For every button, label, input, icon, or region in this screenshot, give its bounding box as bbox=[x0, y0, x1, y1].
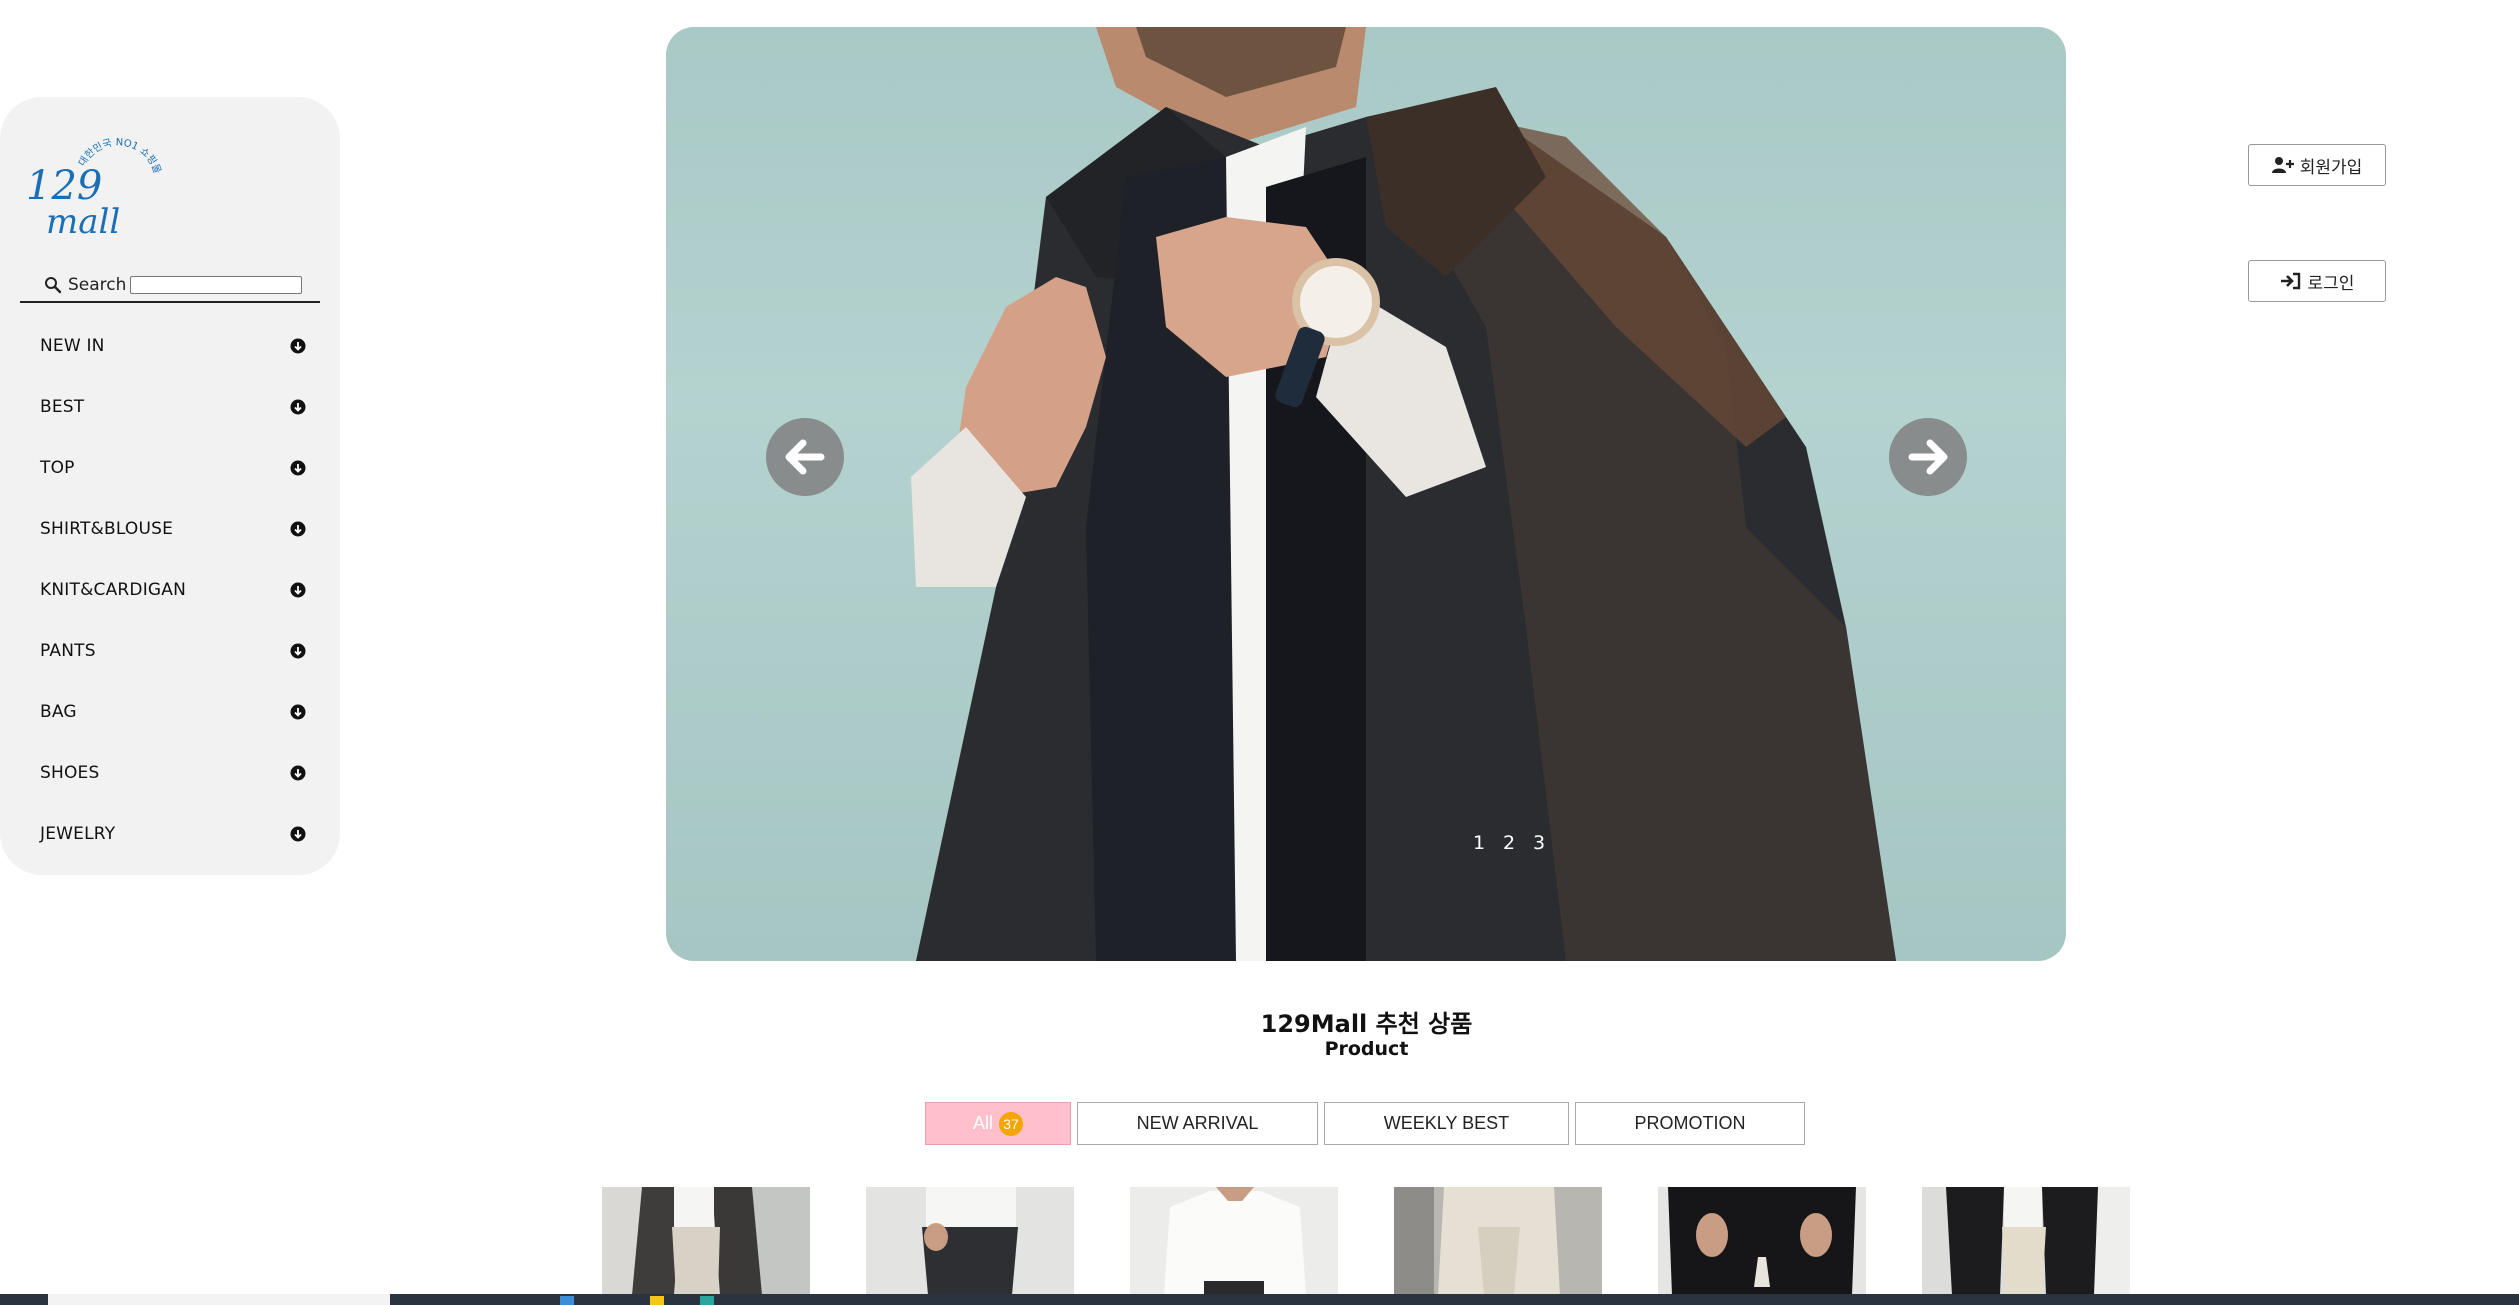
section-title: 129Mall 추천 상품 bbox=[1260, 1010, 1473, 1038]
tab-weekly-best[interactable]: WEEKLY BEST bbox=[1324, 1102, 1569, 1145]
product-image bbox=[1130, 1187, 1338, 1295]
menu-item-label: NEW IN bbox=[40, 335, 105, 356]
slider-page-2[interactable]: 2 bbox=[1502, 832, 1516, 854]
product-image bbox=[1658, 1187, 1866, 1295]
arrow-circle-down-icon bbox=[290, 643, 306, 658]
search-icon bbox=[45, 277, 62, 294]
tab-all-label: All bbox=[972, 1113, 993, 1133]
arrow-right-icon bbox=[1908, 439, 1948, 475]
user-plus-icon bbox=[2271, 157, 2294, 173]
menu-item-label: PANTS bbox=[40, 640, 96, 661]
slider-page-3[interactable]: 3 bbox=[1532, 832, 1546, 854]
svg-text:mall: mall bbox=[46, 202, 120, 242]
os-taskbar bbox=[0, 1294, 2519, 1305]
sign-in-icon bbox=[2280, 272, 2300, 290]
taskbar-search-box[interactable] bbox=[48, 1294, 390, 1305]
product-image bbox=[866, 1187, 1074, 1295]
menu-item-label: KNIT&CARDIGAN bbox=[40, 579, 187, 600]
menu-item-new-in[interactable]: NEW IN bbox=[0, 315, 340, 376]
search-input[interactable] bbox=[130, 276, 303, 294]
menu-item-pants[interactable]: PANTS bbox=[0, 620, 340, 681]
taskbar-app-icon[interactable] bbox=[560, 1296, 574, 1305]
arrow-circle-down-icon bbox=[290, 826, 306, 841]
menu-item-best[interactable]: BEST bbox=[0, 376, 340, 437]
menu-item-jewelry[interactable]: JEWELRY bbox=[0, 803, 340, 864]
product-card[interactable] bbox=[1130, 1187, 1338, 1295]
product-filter-tabs: All 37 NEW ARRIVAL WEEKLY BEST PROMOTION bbox=[925, 1102, 1805, 1145]
category-menu: NEW IN BEST TOP SHIRT&BLOUSE KNIT&CARDIG… bbox=[0, 315, 340, 864]
slider-next-button[interactable] bbox=[1889, 418, 1967, 496]
section-subtitle: Product bbox=[1324, 1038, 1409, 1060]
hero-slider[interactable]: 1 2 3 bbox=[666, 27, 2066, 961]
menu-item-shirt-blouse[interactable]: SHIRT&BLOUSE bbox=[0, 498, 340, 559]
tab-all[interactable]: All 37 bbox=[925, 1102, 1071, 1145]
product-image bbox=[1922, 1187, 2130, 1295]
menu-item-label: TOP bbox=[40, 457, 75, 478]
menu-item-label: SHIRT&BLOUSE bbox=[40, 518, 174, 539]
tab-new-arrival[interactable]: NEW ARRIVAL bbox=[1077, 1102, 1318, 1145]
product-card[interactable] bbox=[602, 1187, 810, 1295]
tab-all-count-badge: 37 bbox=[999, 1111, 1023, 1136]
taskbar-app-icon[interactable] bbox=[700, 1296, 714, 1305]
arrow-circle-down-icon bbox=[290, 338, 306, 353]
product-image bbox=[1394, 1187, 1602, 1295]
menu-item-label: JEWELRY bbox=[40, 823, 116, 844]
taskbar-app-icon[interactable] bbox=[650, 1296, 664, 1305]
product-image bbox=[602, 1187, 810, 1295]
arrow-circle-down-icon bbox=[290, 704, 306, 719]
slider-prev-button[interactable] bbox=[766, 418, 844, 496]
menu-item-label: SHOES bbox=[40, 762, 100, 783]
arrow-circle-down-icon bbox=[290, 521, 306, 536]
arrow-circle-down-icon bbox=[290, 399, 306, 414]
product-card[interactable] bbox=[1394, 1187, 1602, 1295]
menu-item-top[interactable]: TOP bbox=[0, 437, 340, 498]
login-label: 로그인 bbox=[2307, 273, 2355, 293]
signup-label: 회원가입 bbox=[2299, 157, 2363, 177]
product-card[interactable] bbox=[866, 1187, 1074, 1295]
login-button[interactable]: 로그인 bbox=[2248, 260, 2386, 302]
menu-item-label: BEST bbox=[40, 396, 85, 417]
menu-item-label: BAG bbox=[40, 701, 77, 722]
arrow-circle-down-icon bbox=[290, 582, 306, 597]
slider-pagination: 1 2 3 bbox=[1472, 832, 1546, 854]
product-card[interactable] bbox=[1922, 1187, 2130, 1295]
logo[interactable]: 대한민국 NO1 쇼핑몰 129 mall bbox=[22, 137, 172, 247]
logo-graphic: 대한민국 NO1 쇼핑몰 129 mall bbox=[26, 137, 163, 242]
sidebar: 대한민국 NO1 쇼핑몰 129 mall Search NEW IN BEST… bbox=[0, 97, 340, 875]
hero-image bbox=[911, 27, 1896, 961]
arrow-circle-down-icon bbox=[290, 765, 306, 780]
signup-button[interactable]: 회원가입 bbox=[2248, 144, 2386, 186]
product-card[interactable] bbox=[1658, 1187, 1866, 1295]
search-bar: Search bbox=[20, 269, 320, 303]
slider-page-1[interactable]: 1 bbox=[1472, 832, 1486, 854]
menu-item-bag[interactable]: BAG bbox=[0, 681, 340, 742]
menu-item-knit-cardigan[interactable]: KNIT&CARDIGAN bbox=[0, 559, 340, 620]
product-grid bbox=[602, 1187, 2130, 1295]
arrow-left-icon bbox=[785, 439, 825, 475]
arrow-circle-down-icon bbox=[290, 460, 306, 475]
tab-promotion[interactable]: PROMOTION bbox=[1575, 1102, 1805, 1145]
menu-item-shoes[interactable]: SHOES bbox=[0, 742, 340, 803]
search-label: Search bbox=[68, 275, 127, 295]
